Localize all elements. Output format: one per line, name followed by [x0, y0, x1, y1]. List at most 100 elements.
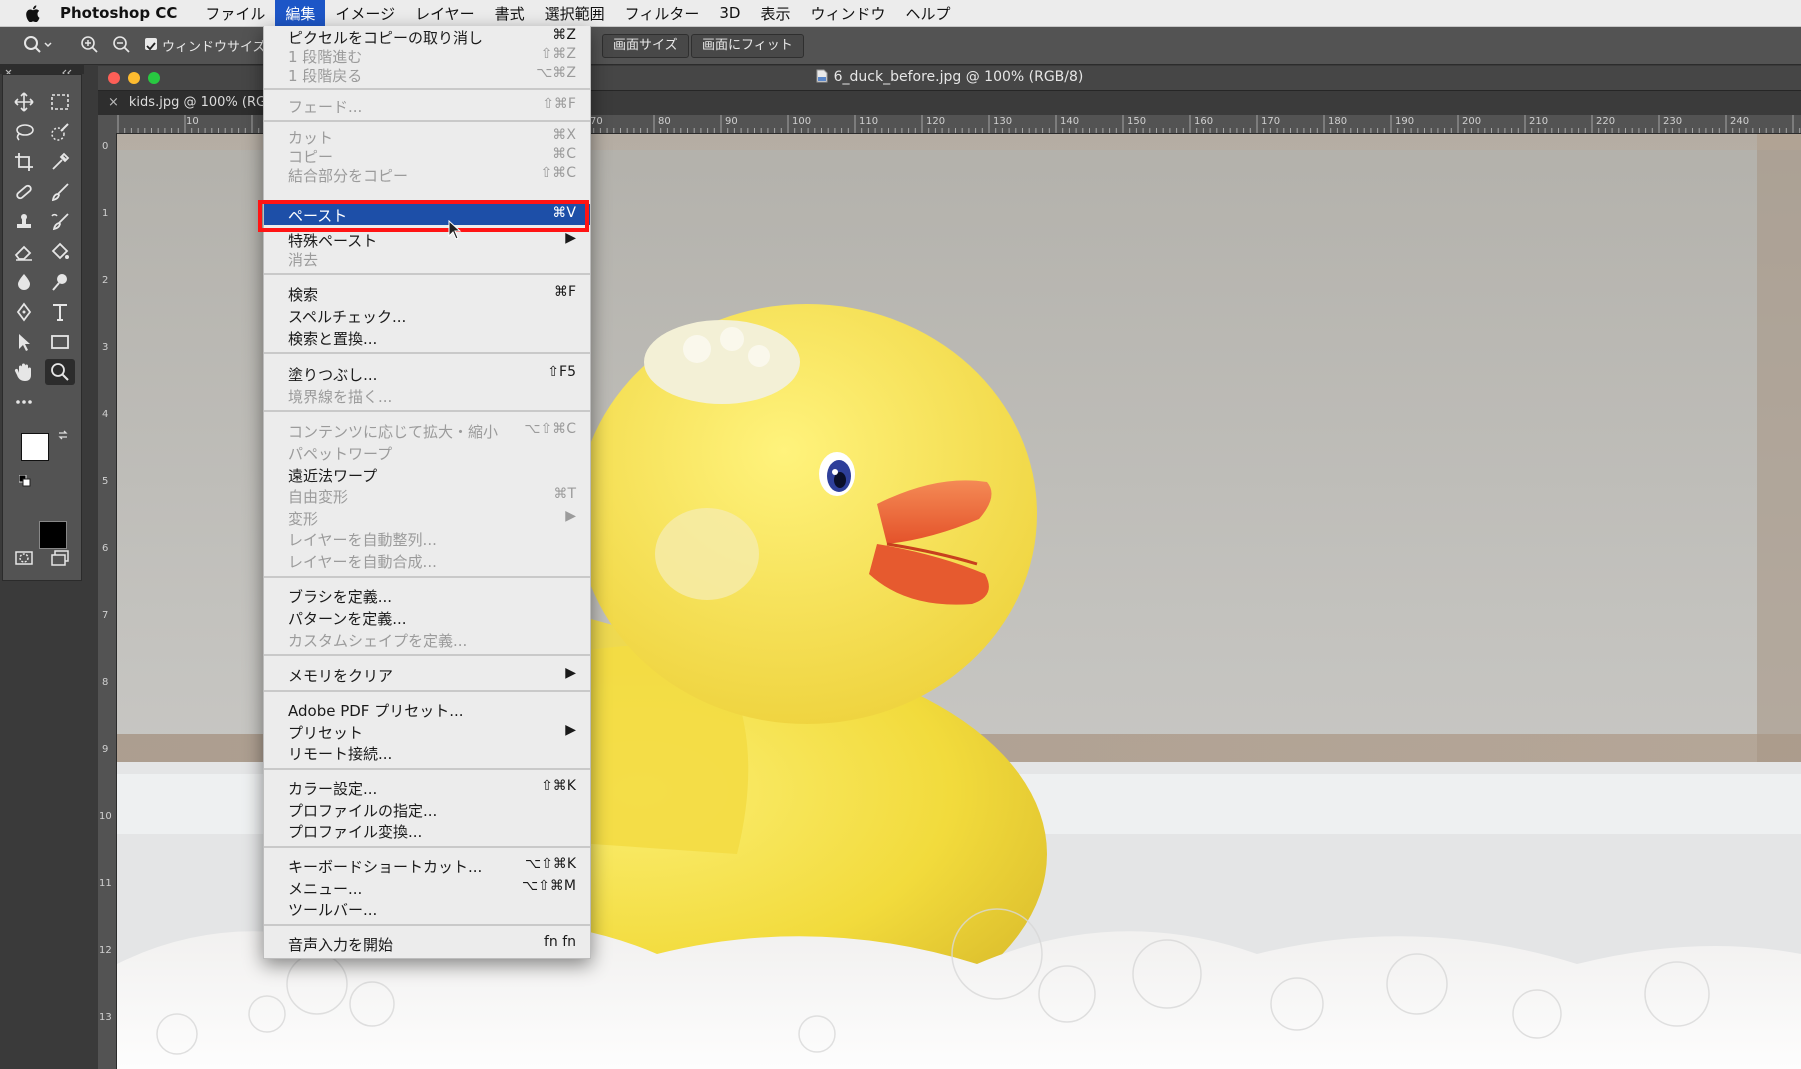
menu-item-adobe-pdf-presets[interactable]: Adobe PDF プリセット...: [264, 699, 590, 720]
menu-item-step-forward[interactable]: 1 段階進む ⇧⌘Z: [264, 45, 590, 66]
tools-panel-grip[interactable]: [0, 64, 84, 77]
screen-mode-icon[interactable]: [45, 545, 75, 571]
paint-bucket-tool-icon[interactable]: [45, 239, 75, 265]
zoom-out-icon[interactable]: [112, 35, 132, 55]
menu-type[interactable]: 書式: [485, 0, 535, 26]
brush-tool-icon[interactable]: [45, 179, 75, 205]
menu-item-free-transform[interactable]: 自由変形 ⌘T: [264, 485, 590, 506]
menu-view[interactable]: 表示: [750, 0, 800, 26]
fit-screen-button[interactable]: 画面にフィット: [691, 34, 804, 58]
crop-tool-icon[interactable]: [9, 149, 39, 175]
menu-item-purge[interactable]: メモリをクリア ▶: [264, 664, 590, 685]
menu-layer[interactable]: レイヤー: [405, 0, 485, 26]
quick-mask-icon[interactable]: [9, 545, 39, 571]
history-brush-tool-icon[interactable]: [45, 209, 75, 235]
menu-image[interactable]: イメージ: [325, 0, 405, 26]
menu-edit[interactable]: 編集: [275, 0, 326, 26]
menu-item-menus[interactable]: メニュー... ⌥⇧⌘M: [264, 877, 590, 898]
path-selection-tool-icon[interactable]: [9, 329, 39, 355]
menu-item-undo-copy-pixels[interactable]: ピクセルをコピーの取り消し ⌘Z: [264, 26, 590, 47]
menu-item-start-dictation[interactable]: 音声入力を開始 fn fn: [264, 933, 590, 954]
vertical-ruler[interactable]: 0 1 2 3 4 5 6 7 8 9 10 11 12 13: [98, 133, 117, 1069]
menu-filter[interactable]: フィルター: [615, 0, 710, 26]
zoom-tool-icon[interactable]: [45, 359, 75, 385]
menu-select[interactable]: 選択範囲: [535, 0, 615, 26]
resize-windows-label: ウィンドウサイズを: [162, 40, 279, 55]
menu-3d[interactable]: 3D: [709, 0, 750, 26]
marquee-tool-icon[interactable]: [45, 89, 75, 115]
menu-window[interactable]: ウィンドウ: [800, 0, 895, 26]
close-tab-icon[interactable]: ×: [108, 95, 119, 110]
menu-item-assign-profile[interactable]: プロファイルの指定...: [264, 799, 590, 820]
menu-item-convert-profile[interactable]: プロファイル変換...: [264, 820, 590, 841]
apple-icon[interactable]: [20, 4, 46, 22]
menu-item-spell-check[interactable]: スペルチェック...: [264, 305, 590, 326]
foreground-color-swatch[interactable]: [21, 433, 49, 461]
swap-colors-icon[interactable]: [57, 429, 69, 441]
menu-item-auto-blend-layers[interactable]: レイヤーを自動合成...: [264, 550, 590, 571]
menu-item-copy-merged[interactable]: 結合部分をコピー ⇧⌘C: [264, 164, 590, 185]
menu-item-puppet-warp[interactable]: パペットワープ: [264, 442, 590, 463]
default-colors-icon[interactable]: [19, 475, 31, 487]
zoom-tool-preset-icon[interactable]: [22, 35, 52, 55]
hand-tool-icon[interactable]: [9, 359, 39, 385]
move-tool-icon[interactable]: [9, 89, 39, 115]
ruler-label-190: 190: [1395, 116, 1415, 127]
healing-brush-tool-icon[interactable]: [9, 179, 39, 205]
menu-item-keyboard-shortcuts[interactable]: キーボードショートカット... ⌥⇧⌘K: [264, 855, 590, 876]
type-tool-icon[interactable]: [45, 299, 75, 325]
menu-item-perspective-warp[interactable]: 遠近法ワープ: [264, 464, 590, 485]
menu-separator: [264, 410, 590, 412]
menu-item-fill[interactable]: 塗りつぶし... ⇧F5: [264, 363, 590, 384]
menu-file[interactable]: ファイル: [195, 0, 275, 26]
more-tools-icon[interactable]: [9, 389, 39, 415]
tools-panel: [0, 64, 84, 1069]
menu-item-remote-connections[interactable]: リモート接続...: [264, 742, 590, 763]
app-name-menu[interactable]: Photoshop CC: [60, 4, 177, 22]
menu-item-fade[interactable]: フェード... ⇧⌘F: [264, 95, 590, 116]
lasso-tool-icon[interactable]: [9, 119, 39, 145]
blur-tool-icon[interactable]: [9, 269, 39, 295]
eyedropper-tool-icon[interactable]: [45, 149, 75, 175]
zoom-in-icon[interactable]: [80, 35, 100, 55]
menu-item-content-aware-scale[interactable]: コンテンツに応じて拡大・縮小 ⌥⇧⌘C: [264, 420, 590, 441]
menu-item-copy[interactable]: コピー ⌘C: [264, 145, 590, 166]
menu-item-define-brush[interactable]: ブラシを定義...: [264, 585, 590, 606]
quick-selection-tool-icon[interactable]: [45, 119, 75, 145]
menu-item-find-replace[interactable]: 検索と置換...: [264, 327, 590, 348]
screen-size-button[interactable]: 画面サイズ: [602, 34, 689, 58]
menu-item-stroke[interactable]: 境界線を描く...: [264, 385, 590, 406]
clone-stamp-tool-icon[interactable]: [9, 209, 39, 235]
ruler-label-170: 170: [1261, 116, 1281, 127]
menu-item-toolbar[interactable]: ツールバー...: [264, 898, 590, 919]
menu-separator: [264, 654, 590, 656]
menu-item-auto-align-layers[interactable]: レイヤーを自動整列...: [264, 528, 590, 549]
menu-item-color-settings[interactable]: カラー設定... ⇧⌘K: [264, 777, 590, 798]
ruler-label-220: 220: [1596, 116, 1616, 127]
menu-item-define-custom-shape[interactable]: カスタムシェイプを定義...: [264, 629, 590, 650]
ruler-label-140: 140: [1060, 116, 1080, 127]
vruler-label-6: 6: [102, 543, 109, 554]
menu-item-cut[interactable]: カット ⌘X: [264, 126, 590, 147]
menu-item-transform[interactable]: 変形 ▶: [264, 507, 590, 528]
ruler-label-240: 240: [1730, 116, 1750, 127]
menu-item-presets[interactable]: プリセット ▶: [264, 721, 590, 742]
document-title-text: 6_duck_before.jpg @ 100% (RGB/8): [833, 69, 1084, 85]
menu-separator: [264, 273, 590, 275]
tab-kids-label: kids.jpg @ 100% (RG: [128, 95, 267, 110]
menu-separator: [264, 768, 590, 770]
ruler-label-150: 150: [1127, 116, 1147, 127]
menu-help[interactable]: ヘルプ: [896, 0, 961, 26]
pen-tool-icon[interactable]: [9, 299, 39, 325]
menu-item-paste-special[interactable]: 特殊ペースト ▶: [264, 229, 590, 250]
menu-item-step-backward[interactable]: 1 段階戻る ⌥⌘Z: [264, 64, 590, 85]
dodge-tool-icon[interactable]: [45, 269, 75, 295]
resize-windows-checkbox[interactable]: [145, 38, 157, 51]
menu-item-search[interactable]: 検索 ⌘F: [264, 283, 590, 304]
menu-item-clear[interactable]: 消去: [264, 248, 590, 269]
menu-item-define-pattern[interactable]: パターンを定義...: [264, 607, 590, 628]
rectangle-tool-icon[interactable]: [45, 329, 75, 355]
tab-kids[interactable]: × kids.jpg @ 100% (RG: [98, 91, 277, 115]
eraser-tool-icon[interactable]: [9, 239, 39, 265]
ruler-label-230: 230: [1663, 116, 1683, 127]
